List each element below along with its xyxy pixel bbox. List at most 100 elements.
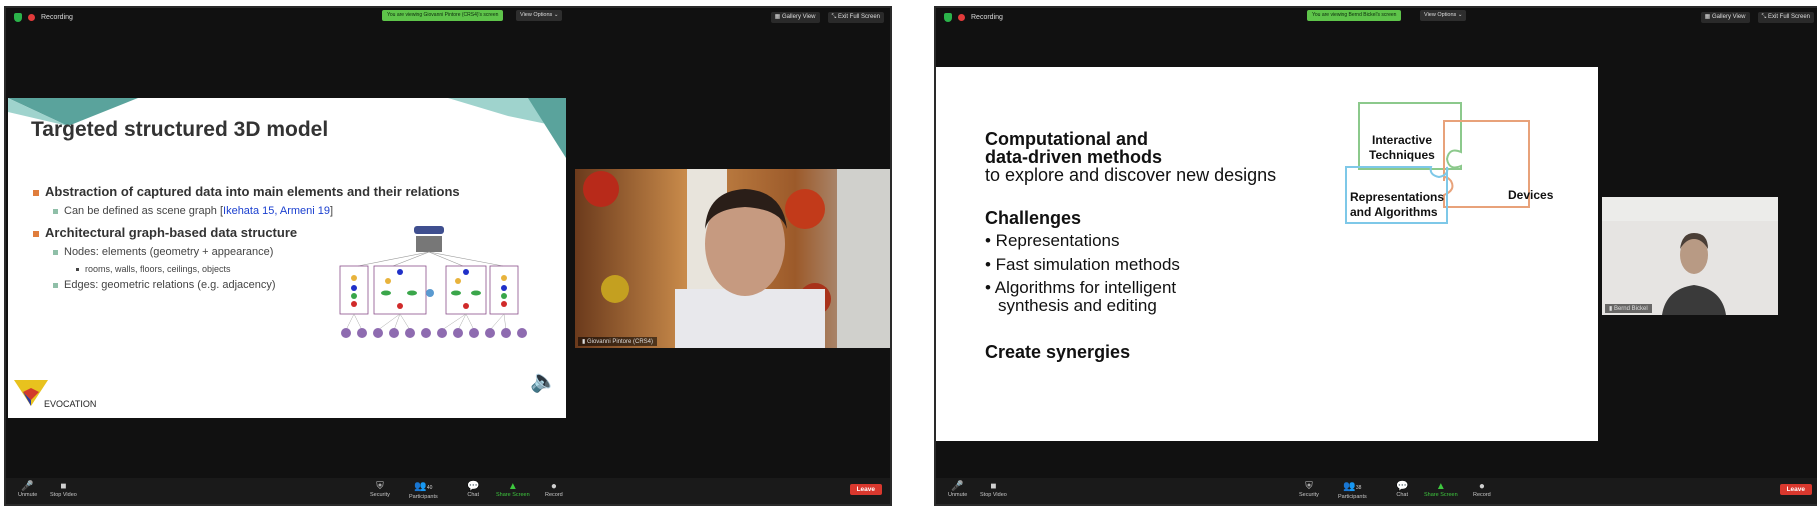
- recording-indicator: Recording: [14, 13, 73, 22]
- speaker-video-bernd: ▮ Bernd Bickel: [1602, 197, 1778, 315]
- stop-video-button[interactable]: ■ Stop Video: [50, 481, 77, 498]
- bullet-1: Abstraction of captured data into main e…: [33, 184, 460, 199]
- shield-icon: [14, 13, 22, 22]
- puzzle-label-representations: Representations: [1350, 190, 1445, 204]
- puzzle-label-interactive: Interactive: [1372, 133, 1433, 147]
- bullet-square: [53, 282, 58, 288]
- chat-button[interactable]: 💬 Chat: [467, 481, 479, 498]
- participants-button[interactable]: 👥38 Participants: [1338, 481, 1367, 500]
- scene-graph-figure: [339, 226, 527, 338]
- unmute-button[interactable]: 🎤 Unmute: [18, 481, 37, 498]
- leave-button[interactable]: Leave: [849, 484, 882, 495]
- record-dot-icon: [28, 14, 35, 21]
- viewing-banner: You are viewing Giovanni Pintore (CRS4)'…: [382, 10, 504, 21]
- speaker-name: Giovanni Pintore (CRS4): [586, 339, 653, 345]
- gallery-view-button[interactable]: ▦ Gallery View: [1700, 12, 1750, 23]
- speaker-video-giovanni: ▮ Giovanni Pintore (CRS4): [575, 169, 890, 348]
- video-camera-icon: ■: [990, 481, 997, 492]
- speaker-icon[interactable]: 🔈: [530, 368, 557, 394]
- stop-video-button[interactable]: ■ Stop Video: [980, 481, 1007, 498]
- share-screen-label: Share Screen: [496, 492, 530, 498]
- people-icon: 👥38: [1343, 481, 1362, 492]
- top-bar: Recording You are viewing Giovanni Pinto…: [6, 8, 890, 30]
- grid-icon: ▦: [774, 14, 782, 20]
- unmute-label: Unmute: [948, 492, 968, 498]
- bullet-2-sub-2: Edges: geometric relations (e.g. adjacen…: [53, 279, 276, 291]
- recording-label: Recording: [41, 14, 73, 21]
- grid-icon: ▦: [1704, 14, 1712, 20]
- microphone-icon: 🎤: [951, 481, 964, 492]
- exit-full-screen-button[interactable]: ⤡ Exit Full Screen: [827, 12, 884, 23]
- record-label: Record: [545, 492, 563, 498]
- share-screen-label: Share Screen: [1424, 492, 1458, 498]
- puzzle-label-algorithms: and Algorithms: [1350, 205, 1438, 219]
- record-icon: ●: [1478, 481, 1485, 492]
- gallery-view-label: Gallery View: [781, 14, 816, 20]
- bullet-square: [53, 249, 58, 255]
- zoom-window-left: Recording You are viewing Giovanni Pinto…: [4, 6, 892, 506]
- view-options-button[interactable]: View Options ⌄: [1420, 10, 1467, 21]
- bullet-1-sub-suffix: ]: [330, 205, 334, 217]
- participants-label: Participants: [1338, 494, 1367, 500]
- security-label: Security: [1299, 492, 1319, 498]
- puzzle-label-devices: Devices: [1508, 188, 1554, 202]
- share-screen-button[interactable]: ▲ Share Screen: [1424, 481, 1458, 498]
- participants-count: 38: [1355, 485, 1362, 491]
- bullet-square: [33, 189, 39, 196]
- participants-count: 40: [426, 485, 433, 491]
- record-button[interactable]: ● Record: [1473, 481, 1491, 498]
- top-bar: Recording You are viewing Bernd Bickel's…: [936, 8, 1817, 30]
- record-icon: ●: [550, 481, 557, 492]
- stop-video-label: Stop Video: [50, 492, 77, 498]
- bullet-square: [33, 230, 39, 237]
- challenge-item-3: • Algorithms for intelligent: [985, 278, 1177, 297]
- participants-button[interactable]: 👥40 Participants: [409, 481, 438, 500]
- participants-label: Participants: [409, 494, 438, 500]
- exit-full-screen-label: Exit Full Screen: [837, 14, 880, 20]
- viewing-banner: You are viewing Bernd Bickel's screen: [1307, 10, 1402, 21]
- bullet-2-sub-1: Nodes: elements (geometry + appearance): [53, 246, 273, 258]
- slide-heading-line-3: to explore and discover new designs: [985, 165, 1277, 185]
- exit-full-screen-label: Exit Full Screen: [1767, 14, 1810, 20]
- challenge-item-2: • Fast simulation methods: [985, 255, 1180, 274]
- chat-label: Chat: [1396, 492, 1409, 498]
- gallery-view-label: Gallery View: [1711, 14, 1746, 20]
- chat-label: Chat: [467, 492, 480, 498]
- security-button[interactable]: ⛨ Security: [1299, 481, 1319, 498]
- share-screen-button[interactable]: ▲ Share Screen: [496, 481, 530, 498]
- bullet-2-sub-1-text: Nodes: elements (geometry + appearance): [64, 246, 274, 258]
- meeting-toolbar: 🎤 Unmute ■ Stop Video ⛨ Security 👥38 Partici…: [936, 478, 1817, 504]
- shared-slide: Computational and data-driven methods to…: [936, 67, 1598, 441]
- speaker-name: Bernd Bickel: [1613, 306, 1648, 312]
- shield-icon: ⛨: [376, 481, 384, 492]
- shield-icon: [944, 13, 952, 22]
- puzzle-label-techniques: Techniques: [1369, 148, 1435, 162]
- challenge-item-3-cont: synthesis and editing: [998, 296, 1157, 315]
- stop-video-label: Stop Video: [980, 492, 1007, 498]
- record-dot-icon: [958, 14, 965, 21]
- chat-button[interactable]: 💬 Chat: [1396, 481, 1408, 498]
- chat-bubble-icon: 💬: [1396, 481, 1409, 492]
- challenges-heading: Challenges: [985, 208, 1082, 228]
- record-button[interactable]: ● Record: [545, 481, 563, 498]
- people-icon: 👥40: [414, 481, 433, 492]
- share-screen-icon: ▲: [507, 481, 518, 492]
- gallery-view-button[interactable]: ▦ Gallery View: [770, 12, 820, 23]
- bullet-1-sub-text: Can be defined as scene graph [: [64, 205, 224, 217]
- unmute-button[interactable]: 🎤 Unmute: [948, 481, 967, 498]
- bullet-square: [53, 208, 58, 214]
- bullet-2-text: Architectural graph-based data structure: [45, 225, 298, 240]
- exit-full-screen-button[interactable]: ⤡ Exit Full Screen: [1757, 12, 1814, 23]
- view-options-button[interactable]: View Options ⌄: [516, 10, 563, 21]
- bullet-2-sub-1-detail: rooms, walls, floors, ceilings, objects: [76, 264, 231, 274]
- evocation-logo-text: EVOCATION: [44, 399, 97, 409]
- leave-button[interactable]: Leave: [1779, 484, 1812, 495]
- security-button[interactable]: ⛨ Security: [370, 481, 390, 498]
- bullet-2: Architectural graph-based data structure: [33, 225, 297, 240]
- bullet-2-sub-1-detail-text: rooms, walls, floors, ceilings, objects: [85, 264, 231, 274]
- shared-slide: Targeted structured 3D model Abstraction…: [8, 98, 566, 418]
- video-camera-icon: ■: [60, 481, 67, 492]
- microphone-icon: 🎤: [21, 481, 34, 492]
- video-frame: [575, 169, 890, 348]
- citation-link: Ikehata 15, Armeni 19: [223, 205, 331, 217]
